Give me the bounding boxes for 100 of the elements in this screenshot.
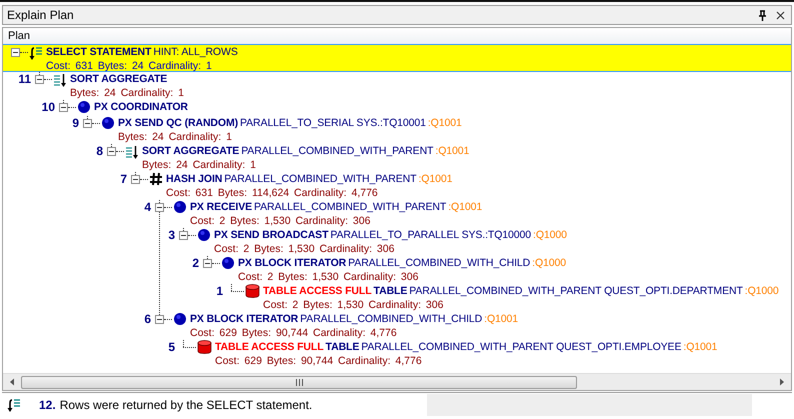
step-number: 6 [143, 312, 152, 326]
operation-name: PX SEND BROADCAST [214, 228, 328, 242]
operation-name: PX RECEIVE [190, 200, 252, 214]
circle-icon [101, 116, 115, 130]
object-type: TABLE [374, 284, 408, 298]
step-number: 11 [17, 72, 32, 86]
plan-row[interactable]: 11 SORT AGGREGATE Bytes: 24 Cardinality: 1 [3, 72, 791, 100]
circle-icon [197, 228, 211, 242]
operation-name: PX SEND QC (RANDOM) [118, 116, 238, 130]
plan-row[interactable]: 4 PX RECEIVE PARALLEL_COMBINED_WITH_PARENT :Q1001 Cost: 2 Bytes: 1,530 Cardinality: 306 [3, 200, 791, 228]
collapse-toggle[interactable] [155, 203, 164, 212]
close-icon[interactable] [776, 10, 785, 20]
status-message: Rows were returned by the SELECT statement. [60, 398, 312, 412]
queue-label: :Q1001 [484, 312, 518, 326]
plan-row[interactable]: 1 TABLE ACCESS FULL TABLE PARALLEL_COMBINED_WITH_PARENT QUEST_OPTI.DEPARTMENT :Q1000 Cost: 2 Bytes: 1,530 Cardinality: 306 [3, 284, 791, 312]
step-number: 3 [167, 228, 176, 242]
collapse-toggle[interactable] [59, 103, 68, 112]
step-number: 1 [215, 284, 224, 298]
operation-options: PARALLEL_COMBINED_WITH_CHILD [300, 312, 482, 326]
sort-list-icon [53, 72, 67, 88]
operation-name: HASH JOIN [166, 172, 222, 186]
step-statistics: Cost: 629 Bytes: 90,744 Cardinality: 4,776 [215, 354, 423, 368]
database-icon [245, 284, 260, 298]
operation-options: PARALLEL_COMBINED_WITH_PARENT QUEST_OPTI.EMPLOYEE [361, 340, 682, 354]
operation-options: PARALLEL_COMBINED_WITH_PARENT [254, 200, 446, 214]
operation-options: PARALLEL_COMBINED_WITH_CHILD [348, 256, 530, 270]
operation-options: PARALLEL_COMBINED_WITH_PARENT [241, 144, 434, 158]
step-number: 4 [143, 200, 152, 214]
operation-name: PX COORDINATOR [94, 100, 188, 114]
queue-label: :Q1001 [418, 172, 452, 186]
operation-options: PARALLEL_TO_PARALLEL SYS.:TQ10000 [330, 228, 532, 242]
plan-row[interactable]: 10 PX COORDINATOR [3, 100, 791, 116]
queue-label: :Q1000 [744, 284, 779, 298]
queue-label: :Q1000 [532, 256, 566, 270]
circle-icon [173, 200, 187, 214]
horizontal-scrollbar[interactable] [3, 373, 791, 390]
plan-row[interactable]: SELECT STATEMENT HINT: ALL_ROWS Cost: 631 Bytes: 24 Cardinality: 1 [3, 44, 791, 72]
hash-icon [149, 172, 163, 186]
operation-name: PX BLOCK ITERATOR [238, 256, 346, 270]
operation-name: TABLE ACCESS FULL [263, 284, 372, 298]
plan-row[interactable]: 2 PX BLOCK ITERATOR PARALLEL_COMBINED_WITH_CHILD :Q1000 Cost: 2 Bytes: 1,530 Cardinality: 306 [3, 256, 791, 284]
queue-label: :Q1001 [448, 200, 482, 214]
step-number: 9 [71, 116, 80, 130]
step-statistics: Cost: 631 Bytes: 114,624 Cardinality: 4,776 [166, 186, 379, 200]
step-statistics: Bytes: 24 Cardinality: 1 [142, 158, 257, 172]
return-arrow-list-icon [29, 45, 43, 61]
tree-connector [183, 340, 184, 347]
pin-icon[interactable] [758, 10, 767, 20]
collapse-toggle[interactable] [11, 48, 20, 57]
step-statistics: Cost: 2 Bytes: 1,530 Cardinality: 306 [263, 298, 444, 312]
operation-name: SORT AGGREGATE [70, 72, 168, 86]
collapse-toggle[interactable] [83, 119, 92, 128]
plan-row[interactable]: 9 PX SEND QC (RANDOM) PARALLEL_TO_SERIAL SYS.:TQ10001 :Q1001 Bytes: 24 Cardinality: 1 [3, 116, 791, 144]
plan-row[interactable]: 7 HASH JOIN PARALLEL_COMBINED_WITH_PARENT :Q1001 Cost: 631 Bytes: 114,624 Cardinality: 4,776 [3, 172, 791, 200]
circle-icon [77, 100, 91, 114]
circle-icon [221, 256, 235, 270]
tree-connector [231, 284, 232, 291]
plan-row[interactable]: 8 SORT AGGREGATE PARALLEL_COMBINED_WITH_PARENT :Q1001 Bytes: 24 Cardinality: 1 [3, 144, 791, 172]
operation-name: SORT AGGREGATE [142, 144, 240, 158]
operation-name: TABLE ACCESS FULL [215, 340, 324, 354]
step-statistics: Bytes: 24 Cardinality: 1 [70, 86, 184, 100]
object-type: TABLE [326, 340, 360, 354]
plan-row[interactable]: 3 PX SEND BROADCAST PARALLEL_TO_PARALLEL SYS.:TQ10000 :Q1000 Cost: 2 Bytes: 1,530 Cardinality: 306 [3, 228, 791, 256]
window-title: Explain Plan [7, 8, 75, 22]
database-icon [197, 340, 212, 354]
operation-options: PARALLEL_TO_SERIAL SYS.:TQ10001 [240, 116, 426, 130]
return-arrow-list-icon [7, 397, 21, 413]
step-number: 2 [191, 256, 200, 270]
collapse-toggle[interactable] [203, 259, 212, 268]
step-statistics: Cost: 631 Bytes: 24 Cardinality: 1 [46, 59, 213, 73]
collapse-toggle[interactable] [131, 175, 140, 184]
step-statistics: Cost: 2 Bytes: 1,530 Cardinality: 306 [238, 270, 420, 284]
sort-list-icon [125, 144, 139, 160]
operation-options: PARALLEL_COMBINED_WITH_PARENT QUEST_OPTI.DEPARTMENT [409, 284, 743, 298]
step-number: 5 [167, 340, 176, 354]
step-statistics: Cost: 2 Bytes: 1,530 Cardinality: 306 [190, 214, 372, 228]
circle-icon [173, 312, 187, 326]
scrollbar-thumb[interactable] [21, 376, 577, 388]
operation-options: PARALLEL_COMBINED_WITH_PARENT [224, 172, 416, 186]
plan-row[interactable]: 5 TABLE ACCESS FULL TABLE PARALLEL_COMBINED_WITH_PARENT QUEST_OPTI.EMPLOYEE :Q1001 Cost: 629 Bytes: 90,744 Cardinality: 4,776 [3, 340, 791, 368]
step-number: 10 [40, 100, 56, 114]
collapse-toggle[interactable] [179, 231, 188, 240]
step-statistics: Cost: 629 Bytes: 90,744 Cardinality: 4,776 [190, 326, 398, 340]
queue-label: :Q1001 [683, 340, 718, 354]
row-count: 12. [39, 398, 56, 412]
queue-label: :Q1001 [428, 116, 462, 130]
queue-label: :Q1001 [435, 144, 470, 158]
plan-row[interactable]: 6 PX BLOCK ITERATOR PARALLEL_COMBINED_WITH_CHILD :Q1001 Cost: 629 Bytes: 90,744 Cardinality: 4,776 [3, 312, 791, 340]
step-statistics: Cost: 2 Bytes: 1,530 Cardinality: 306 [214, 242, 396, 256]
collapse-toggle[interactable] [155, 315, 164, 324]
column-header[interactable]: Plan [3, 28, 791, 44]
step-number: 7 [119, 172, 128, 186]
operation-name: SELECT STATEMENT [46, 45, 152, 59]
queue-label: :Q1000 [533, 228, 567, 242]
step-statistics: Bytes: 24 Cardinality: 1 [118, 130, 233, 144]
collapse-toggle[interactable] [35, 75, 44, 84]
operation-name: PX BLOCK ITERATOR [190, 312, 298, 326]
grip-icon [294, 378, 304, 386]
operation-options: HINT: ALL_ROWS [153, 45, 238, 59]
collapse-toggle[interactable] [107, 147, 116, 156]
